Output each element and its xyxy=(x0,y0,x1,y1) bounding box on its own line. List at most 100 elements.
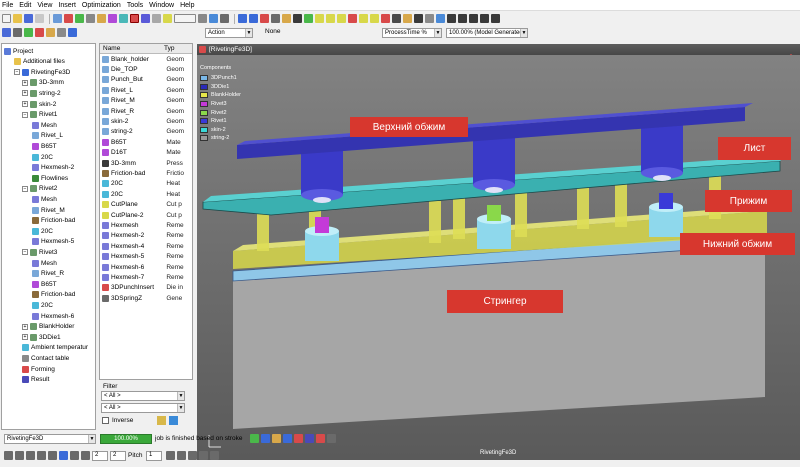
move-icon[interactable] xyxy=(13,28,22,37)
view-cube-icon[interactable] xyxy=(59,451,68,460)
grid-icon[interactable] xyxy=(152,14,161,23)
point-icon[interactable] xyxy=(381,14,390,23)
list-item[interactable]: Hexmesh-6 Reme xyxy=(100,262,192,272)
list-item[interactable]: Hexmesh-7 Reme xyxy=(100,272,192,282)
tree-item[interactable]: Contact table xyxy=(22,353,69,363)
tree-item[interactable]: Ambient temperatur xyxy=(22,343,88,353)
tree-item[interactable]: Friction-bad xyxy=(32,290,75,300)
bar-chart-icon[interactable] xyxy=(337,14,346,23)
record-icon[interactable] xyxy=(294,434,303,443)
side-view-icon[interactable] xyxy=(249,14,258,23)
list-item[interactable]: 3D-3mm Press xyxy=(100,158,192,168)
menu-file[interactable]: File xyxy=(2,2,13,9)
last-frame-icon[interactable] xyxy=(491,14,500,23)
menu-view[interactable]: View xyxy=(37,2,52,9)
list-item[interactable]: CutPlane Cut p xyxy=(100,200,192,210)
rotate-icon[interactable] xyxy=(209,14,218,23)
graph-icon[interactable] xyxy=(326,14,335,23)
value-field-2[interactable]: 2 xyxy=(110,451,126,461)
list-item[interactable]: 3DPunchInsert Die in xyxy=(100,283,192,293)
section-icon[interactable] xyxy=(425,14,434,23)
list-item[interactable]: string-2 Geom xyxy=(100,127,192,137)
status-model-combo[interactable]: RivetingFe3D ▼ xyxy=(4,434,96,444)
play-icon[interactable] xyxy=(469,14,478,23)
axis-y-icon[interactable] xyxy=(81,451,90,460)
next-frame-icon[interactable] xyxy=(480,14,489,23)
value-field-1[interactable]: 2 xyxy=(92,451,108,461)
tree-item[interactable]: Rivet_L xyxy=(32,131,63,141)
menu-insert[interactable]: Insert xyxy=(58,2,76,9)
copy-icon[interactable] xyxy=(53,14,62,23)
list-item[interactable]: Hexmesh-5 Reme xyxy=(100,252,192,262)
list-item[interactable]: Hexmesh-4 Reme xyxy=(100,241,192,251)
list-item[interactable]: Rivet_M Geom xyxy=(100,96,192,106)
menu-optimization[interactable]: Optimization xyxy=(82,2,121,9)
tree-item[interactable]: Rivet_M xyxy=(32,205,65,215)
rotate-left-icon[interactable] xyxy=(188,451,197,460)
step-back-icon[interactable] xyxy=(166,451,175,460)
list-item[interactable]: Hexmesh-2 Reme xyxy=(100,231,192,241)
model-generated-combo[interactable]: 100.00% (Model Generated ▼ xyxy=(446,28,528,38)
menu-help[interactable]: Help xyxy=(180,2,194,9)
tree-item[interactable]: Additional files xyxy=(14,57,65,67)
list-item[interactable]: Rivet_R Geom xyxy=(100,106,192,116)
export-icon[interactable] xyxy=(327,434,336,443)
zoom-icon[interactable] xyxy=(198,14,207,23)
settings-icon[interactable] xyxy=(86,14,95,23)
red-marker-icon[interactable] xyxy=(348,14,357,23)
fit-icon[interactable] xyxy=(271,14,280,23)
list-item[interactable]: Blank_holder Geom xyxy=(100,54,192,64)
tree-item[interactable]: + BlankHolder xyxy=(22,322,74,332)
rotate-right-icon[interactable] xyxy=(199,451,208,460)
tree-item[interactable]: Result xyxy=(22,375,49,385)
tree-item[interactable]: B65T xyxy=(32,141,57,151)
tree-item[interactable]: + skin-2 xyxy=(22,99,56,109)
expand-toggle[interactable]: + xyxy=(22,334,28,341)
tree-item[interactable]: Flowlines xyxy=(32,173,68,183)
list-item[interactable]: Rivet_L Geom xyxy=(100,85,192,95)
tree-item[interactable]: − Rivet3 xyxy=(22,247,57,257)
tree-item[interactable]: Mesh xyxy=(32,194,57,204)
tree-item[interactable]: +3DDie1 xyxy=(22,332,61,342)
measure-icon[interactable] xyxy=(403,14,412,23)
tree-item[interactable]: Friction-bad xyxy=(32,216,75,226)
filter-apply-icon[interactable] xyxy=(157,416,166,425)
tree-item[interactable]: Rivet_R xyxy=(32,269,64,279)
filter-combo-1[interactable]: < All > ▼ xyxy=(101,391,185,401)
snap-icon[interactable] xyxy=(48,451,57,460)
new-icon[interactable] xyxy=(2,14,11,23)
pan-icon[interactable] xyxy=(220,14,229,23)
run-icon[interactable] xyxy=(75,14,84,23)
flip-icon[interactable] xyxy=(210,451,219,460)
prev-frame-icon[interactable] xyxy=(458,14,467,23)
first-frame-icon[interactable] xyxy=(447,14,456,23)
tree-item[interactable]: 20C xyxy=(32,300,53,310)
tree-item[interactable]: Hexmesh-5 xyxy=(32,237,74,247)
tree-item[interactable]: Forming xyxy=(22,364,55,374)
shade-icon[interactable] xyxy=(304,14,313,23)
refresh-icon[interactable] xyxy=(250,434,259,443)
plot-icon[interactable] xyxy=(370,14,379,23)
perspective-icon[interactable] xyxy=(282,14,291,23)
step-icon[interactable] xyxy=(261,434,270,443)
yellow-chart-icon[interactable] xyxy=(315,14,324,23)
edit-icon[interactable] xyxy=(46,28,55,37)
axis-x-icon[interactable] xyxy=(70,451,79,460)
wrench-icon[interactable] xyxy=(272,434,281,443)
list-item[interactable]: Hexmesh Reme xyxy=(100,220,192,230)
tree-item[interactable]: − Rivet1 xyxy=(22,110,57,120)
expand-toggle[interactable]: + xyxy=(22,101,28,107)
save-icon[interactable] xyxy=(24,14,33,23)
expand-toggle[interactable]: − xyxy=(22,185,28,192)
tree-item[interactable]: B65T xyxy=(32,279,57,289)
expand-toggle[interactable]: + xyxy=(22,79,28,86)
inverse-option[interactable]: Inverse xyxy=(102,417,133,424)
list-item[interactable]: D16T Mate xyxy=(100,148,192,158)
wireframe-icon[interactable] xyxy=(293,14,302,23)
orient-icon[interactable] xyxy=(4,451,13,460)
pitch-field[interactable]: 1 xyxy=(146,451,162,461)
menu-edit[interactable]: Edit xyxy=(19,2,31,9)
zoom-field[interactable] xyxy=(174,14,196,23)
expand-toggle[interactable]: − xyxy=(14,69,20,76)
view-options-icon[interactable] xyxy=(283,434,292,443)
